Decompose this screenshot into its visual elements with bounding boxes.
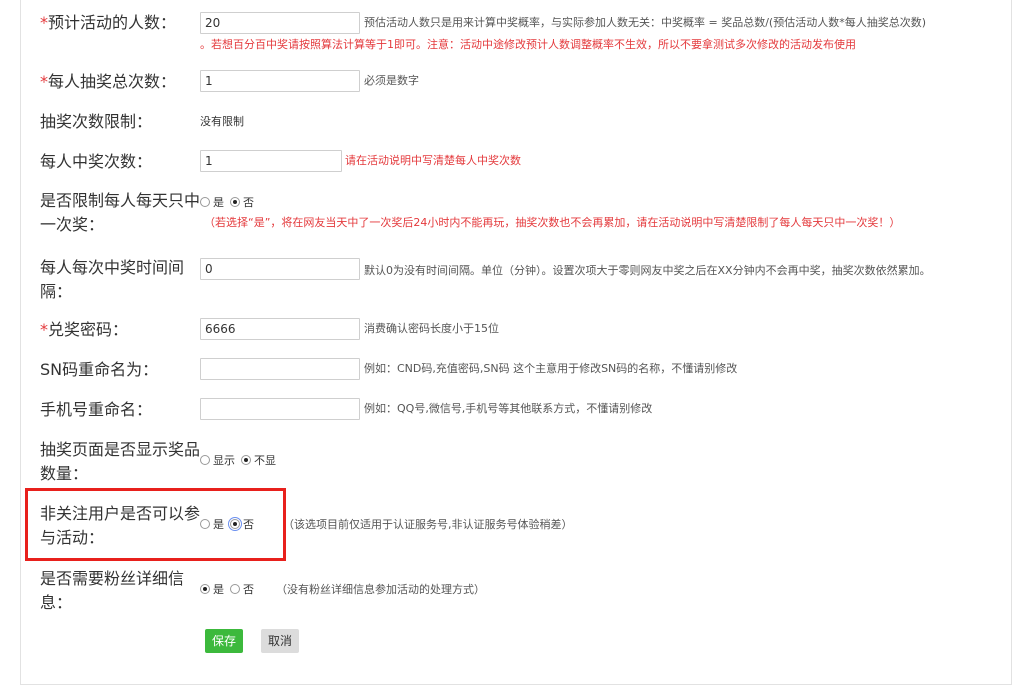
participants-warning: 。若想百分百中奖请按照算法计算等于1即可。注意：活动中途修改预计人数调整概率不生… [200,38,856,51]
save-button[interactable]: 保存 [205,629,244,653]
draw-total-input[interactable] [200,70,360,92]
daily-limit-label: 是否限制每人每天只中一次奖： [40,191,201,234]
draw-total-hint: 必须是数字 [364,74,419,87]
interval-label: 每人每次中奖时间间隔： [40,258,185,301]
daily-limit-yes-radio[interactable] [200,197,210,207]
sn-rename-input[interactable] [200,358,360,380]
draw-limit-value: 没有限制 [200,115,244,128]
wins-per-person-label: 每人中奖次数： [40,152,153,171]
redeem-password-label: *兑奖密码： [40,320,129,339]
redeem-password-input[interactable] [200,318,360,340]
daily-limit-radio-group: 是否 [200,195,260,211]
fan-details-hint: （没有粉丝详细信息参加活动的处理方式） [276,583,485,596]
show-prize-count-label: 抽奖页面是否显示奖品数量： [40,440,201,483]
draw-limit-label: 抽奖次数限制： [40,112,153,131]
fan-details-no-radio[interactable] [230,584,240,594]
sn-rename-hint: 例如：CND码,充值密码,SN码 这个主意用于修改SN码的名称，不懂请别修改 [364,362,738,375]
daily-limit-hint: （若选择“是”，将在网友当天中了一次奖后24小时内不能再玩，抽奖次数也不会再累加… [204,216,901,229]
fan-details-yes-radio[interactable] [200,584,210,594]
phone-rename-hint: 例如：QQ号,微信号,手机号等其他联系方式，不懂请别修改 [364,402,653,415]
interval-input[interactable] [200,258,360,280]
show-prize-count-hide-radio[interactable] [241,455,251,465]
draw-total-label: *每人抽奖总次数： [40,72,177,91]
participants-label: *预计活动的人数： [40,13,177,32]
phone-rename-input[interactable] [200,398,360,420]
show-prize-count-radio-group: 显示 不显 [200,453,282,469]
wins-per-person-hint: 请在活动说明中写清楚每人中奖次数 [345,154,521,167]
highlight-box [25,488,286,561]
show-prize-count-show-radio[interactable] [200,455,210,465]
participants-hint: 预估活动人数只是用来计算中奖概率，与实际参加人数无关：中奖概率 = 奖品总数/(… [364,16,926,29]
sn-rename-label: SN码重命名为： [40,360,159,379]
wins-per-person-input[interactable] [200,150,342,172]
daily-limit-no-radio[interactable] [230,197,240,207]
interval-hint: 默认0为没有时间间隔。单位（分钟）。设置次项大于零则网友中奖之后在XX分钟内不会… [364,264,931,277]
cancel-button[interactable]: 取消 [261,629,300,653]
non-follower-hint: （该选项目前仅适用于认证服务号,非认证服务号体验稍差） [283,518,573,531]
fan-details-radio-group: 是否 [200,582,260,598]
participants-input[interactable] [200,12,360,34]
phone-rename-label: 手机号重命名： [40,400,153,419]
redeem-password-hint: 消费确认密码长度小于15位 [364,322,499,335]
fan-details-label: 是否需要粉丝详细信息： [40,569,185,612]
